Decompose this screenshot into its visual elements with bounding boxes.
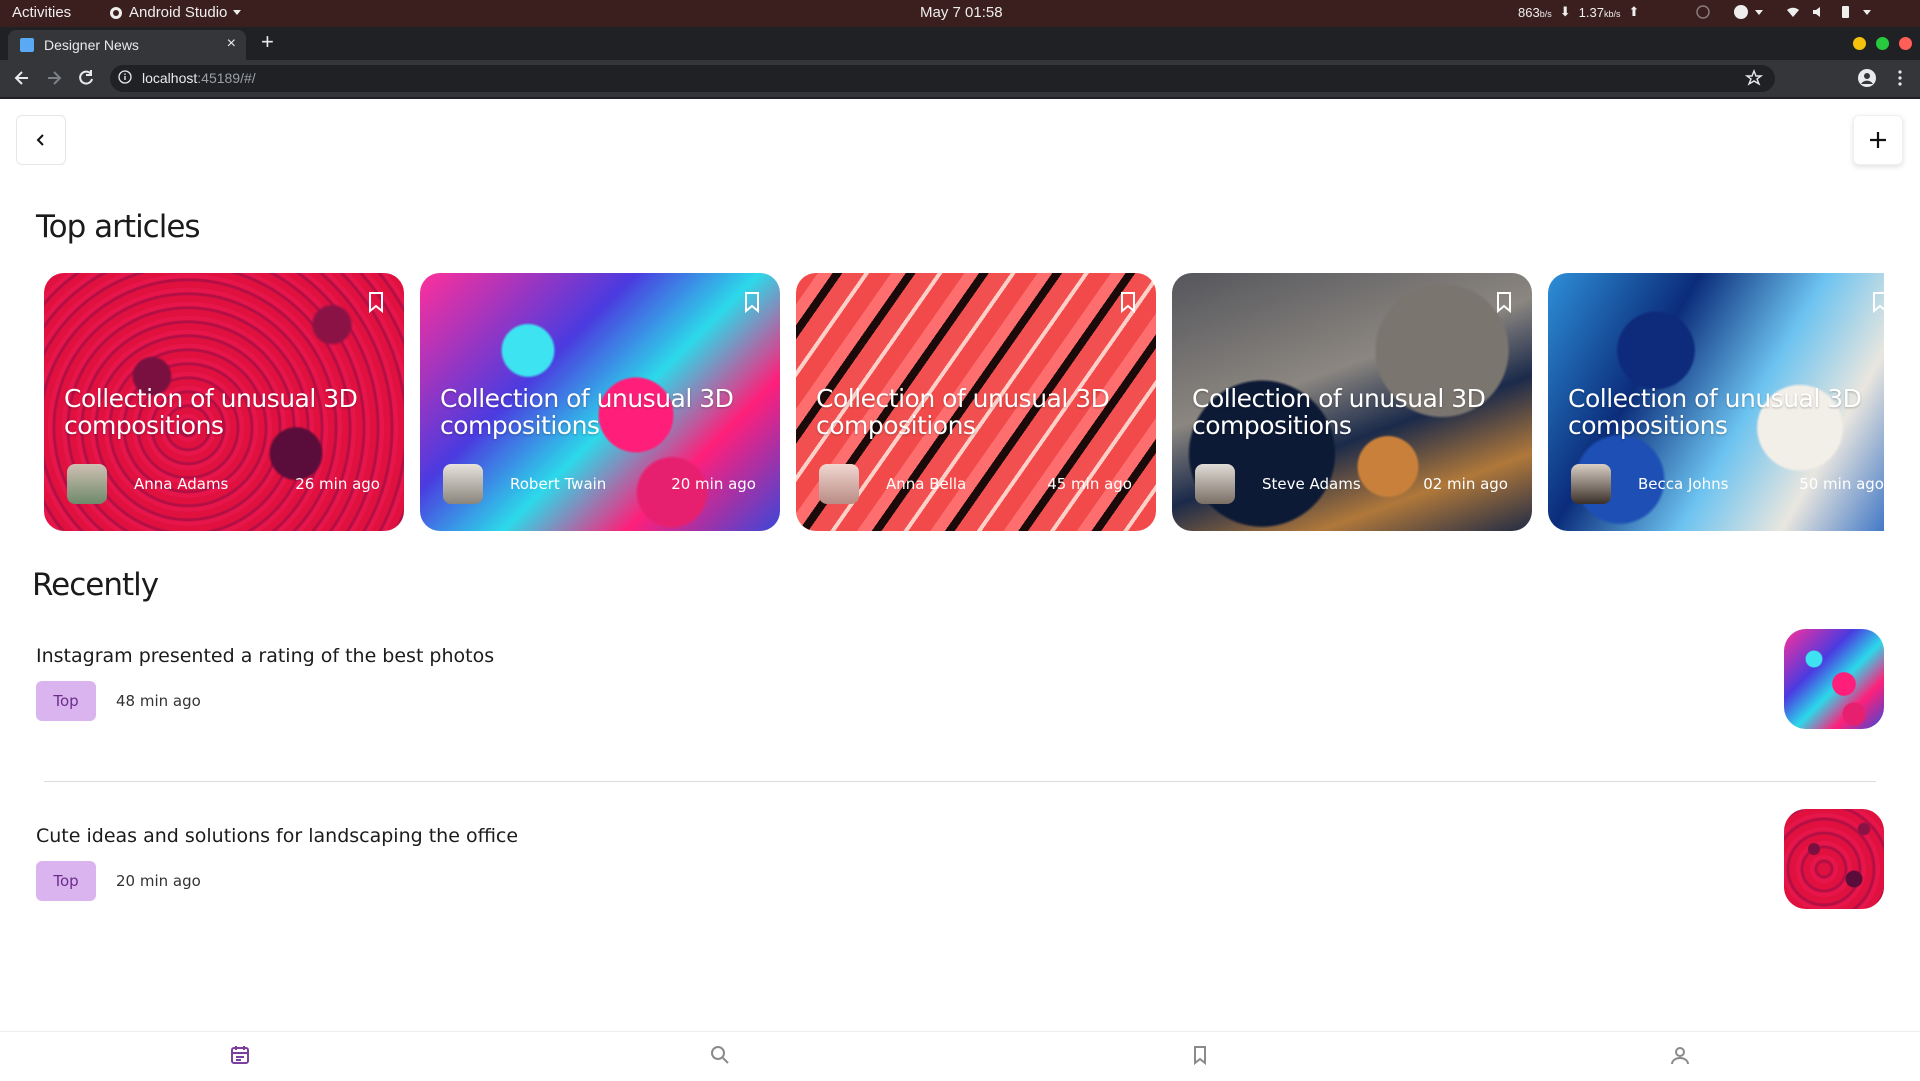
net-up-unit: kb/s [1603,8,1621,19]
back-nav-icon[interactable] [12,68,32,88]
avatar [819,464,859,504]
bookmark-star-icon[interactable] [1745,69,1763,87]
net-down-value: 863 [1518,4,1540,20]
article-title: Cute ideas and solutions for landscaping… [36,825,519,847]
card-author: Anna Adams [134,475,229,493]
card-title: Collection of unusual 3D compositions [1192,384,1486,440]
net-up-value: 1.37 [1578,4,1604,20]
card-author: Robert Twain [510,475,607,493]
article-title: Instagram presented a rating of the best… [36,645,495,667]
app-menu[interactable]: Android Studio [109,4,242,21]
app-viewport: Top articles Collection of unusual 3D co… [0,99,1920,1081]
android-studio-icon [110,6,122,19]
card-time: 20 min ago [671,475,756,493]
tab-title: Designer News [44,37,139,53]
wifi-icon [1787,7,1799,18]
tag-chip[interactable]: Top [36,681,96,721]
chevron-down-icon [1863,9,1871,15]
chevron-down-icon [1755,9,1763,15]
avatar [1195,464,1235,504]
browser-toolbar: localhost:45189/#/ [0,60,1920,99]
clock[interactable]: May 7 01:58 [920,4,1003,21]
bookmark-icon[interactable] [742,291,762,313]
profile-icon[interactable] [1669,1044,1693,1068]
maximize-button[interactable] [1876,37,1889,50]
card-author: Anna Bella [886,475,967,493]
url-path: :45189/#/ [197,70,256,86]
status-menu[interactable] [1785,4,1871,20]
bookmark-icon[interactable] [1494,291,1514,313]
info-icon[interactable] [118,70,132,84]
article-thumbnail[interactable] [1784,629,1884,729]
arrow-down-icon: ⬇ [1559,4,1571,19]
chevron-down-icon [233,10,242,15]
top-articles-carousel[interactable]: Collection of unusual 3D compositions An… [44,273,1884,533]
browser-tab[interactable]: Designer News × [8,30,246,60]
forward-nav-icon[interactable] [44,68,64,88]
card-title: Collection of unusual 3D compositions [64,384,358,440]
volume-icon [1813,7,1820,17]
activities-button[interactable]: Activities [12,4,71,21]
chevron-left-icon [36,134,44,146]
add-button[interactable] [1853,115,1903,165]
system-top-bar: Activities Android Studio May 7 01:58 86… [0,0,1920,27]
bookmark-icon[interactable] [366,291,386,313]
card-title: Collection of unusual 3D compositions [440,384,734,440]
browser-tab-strip: Designer News × + [0,27,1920,60]
accessibility-menu[interactable] [1733,4,1763,20]
kebab-menu-icon[interactable] [1890,68,1910,88]
card-title: Collection of unusual 3D compositions [1568,384,1862,440]
arrow-up-icon: ⬆ [1628,4,1640,19]
window-controls [1853,37,1912,50]
network-speed: 863b/s ⬇ 1.37kb/s ⬆ [1518,4,1639,20]
bookmark-icon[interactable] [1189,1044,1213,1068]
address-bar[interactable]: localhost:45189/#/ [110,65,1775,92]
card-time: 50 min ago [1799,475,1884,493]
calendar-icon[interactable] [229,1044,253,1068]
url-text: localhost:45189/#/ [142,70,256,86]
article-card[interactable]: Collection of unusual 3D compositions Ro… [420,273,780,531]
article-time: 20 min ago [116,872,201,890]
card-author: Steve Adams [1262,475,1361,493]
close-window-button[interactable] [1899,37,1912,50]
article-card[interactable]: Collection of unusual 3D compositions An… [44,273,404,531]
back-button[interactable] [16,115,66,165]
divider [44,781,1876,782]
system-tray[interactable] [1695,4,1871,20]
profile-avatar-icon[interactable] [1857,68,1877,88]
card-time: 45 min ago [1047,475,1132,493]
avatar [67,464,107,504]
battery-icon [1842,6,1849,18]
top-articles-heading: Top articles [36,209,201,245]
avatar [1571,464,1611,504]
app-name: Android Studio [129,4,228,21]
bookmark-icon[interactable] [1870,291,1884,313]
tag-chip[interactable]: Top [36,861,96,901]
new-tab-button[interactable]: + [261,29,274,55]
close-tab-icon[interactable]: × [227,35,236,53]
bottom-navigation [0,1031,1920,1081]
search-icon[interactable] [709,1044,733,1068]
net-down-unit: b/s [1539,8,1552,19]
minimize-button[interactable] [1853,37,1866,50]
plus-icon [1870,132,1886,148]
reload-icon[interactable] [76,68,96,88]
card-author: Becca Johns [1638,475,1729,493]
card-time: 02 min ago [1423,475,1508,493]
recently-heading: Recently [32,567,159,603]
article-card[interactable]: Collection of unusual 3D compositions St… [1172,273,1532,531]
card-title: Collection of unusual 3D compositions [816,384,1110,440]
article-card[interactable]: Collection of unusual 3D compositions An… [796,273,1156,531]
avatar [443,464,483,504]
accessibility-icon [1734,5,1748,19]
article-time: 48 min ago [116,692,201,710]
article-thumbnail[interactable] [1784,809,1884,909]
power-profile-icon [1696,5,1710,19]
card-time: 26 min ago [295,475,380,493]
bookmark-icon[interactable] [1118,291,1138,313]
flutter-favicon-icon [20,38,34,52]
url-host: localhost [142,70,198,86]
article-card[interactable]: Collection of unusual 3D compositions Be… [1548,273,1884,531]
